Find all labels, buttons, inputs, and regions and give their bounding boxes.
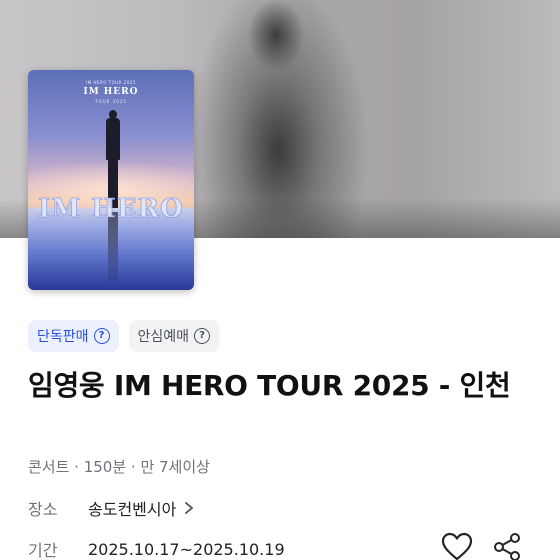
exclusive-sale-label: 단독판매 <box>37 329 89 345</box>
share-icon <box>494 533 520 560</box>
question-circle-icon[interactable]: ? <box>93 328 110 344</box>
question-circle-icon[interactable]: ? <box>194 328 211 344</box>
concert-poster[interactable]: IM HERO TOUR 2025 IM HERO TOUR 2025 IM H… <box>28 70 194 290</box>
exclusive-sale-badge[interactable]: 단독판매 ? <box>28 320 119 352</box>
poster-title-small: IM HERO <box>83 87 139 97</box>
action-icons <box>440 530 524 560</box>
period-label: 기간 <box>28 541 58 560</box>
like-button[interactable] <box>440 530 474 560</box>
place-link[interactable]: 송도컨벤시아 <box>88 496 176 520</box>
safe-booking-label: 안심예매 <box>137 329 190 345</box>
place-label: 장소 <box>28 500 58 519</box>
poster-top-line: IM HERO TOUR 2025 <box>86 80 136 85</box>
concert-meta: 콘서트 · 150분 · 만 7세이상 <box>28 458 210 476</box>
page-title: 임영웅 IM HERO TOUR 2025 - 인천 <box>28 369 511 402</box>
safe-booking-badge[interactable]: 안심예매 ? <box>128 320 220 352</box>
period-value: 2025.10.17~2025.10.19 <box>88 539 285 559</box>
info-row-period: 기간 2025.10.17~2025.10.19 <box>28 537 285 560</box>
heart-icon <box>441 532 473 560</box>
poster-subtitle: TOUR 2025 <box>95 99 127 104</box>
sale-badges: 단독판매 ? 안심예매 ? <box>28 320 220 352</box>
concert-detail-page: IM HERO TOUR 2025 IM HERO TOUR 2025 IM H… <box>0 0 560 560</box>
info-row-place: 장소 송도컨벤시아 <box>28 496 196 520</box>
hero-silhouette-head <box>248 0 304 70</box>
share-button[interactable] <box>490 530 524 560</box>
poster-title-logo: IM HERO <box>38 194 184 225</box>
chevron-right-icon[interactable] <box>182 501 196 515</box>
